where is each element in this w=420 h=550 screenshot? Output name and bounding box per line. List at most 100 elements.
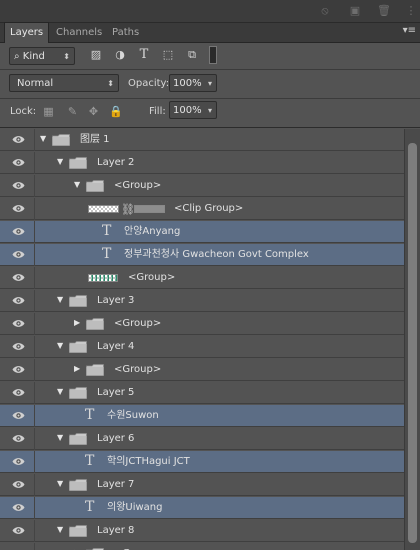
visibility-eye-icon[interactable] — [12, 502, 25, 513]
visibility-eye-icon[interactable] — [12, 318, 25, 329]
layer-row[interactable]: ▼ 图层 1 — [0, 129, 404, 151]
layer-row[interactable]: ▼ Layer 3 — [0, 290, 404, 312]
lock-all-icon[interactable]: 🔒 — [109, 105, 123, 118]
layer-name[interactable]: Layer 2 — [97, 152, 134, 174]
visibility-eye-icon[interactable] — [12, 272, 25, 283]
visibility-eye-icon[interactable] — [12, 157, 25, 168]
expand-arrow-icon[interactable]: ▶ — [74, 318, 82, 328]
collapse-arrow-icon[interactable]: ▼ — [57, 341, 65, 351]
lock-image-pixels-icon[interactable]: ✎ — [66, 105, 79, 118]
visibility-eye-icon[interactable] — [12, 525, 25, 536]
layer-name[interactable]: 학의JCTHagui JCT — [107, 451, 190, 473]
layer-row[interactable]: T 의왕Uiwang — [0, 497, 404, 519]
visibility-eye-icon[interactable] — [12, 364, 25, 375]
layer-row[interactable]: ▼ Layer 7 — [0, 474, 404, 496]
layer-name[interactable]: <Group> — [114, 359, 161, 381]
trash-icon[interactable]: 🗑 — [377, 5, 391, 17]
layer-row[interactable]: ▶ <Group> — [0, 313, 404, 335]
layer-name[interactable]: 안양Anyang — [124, 221, 180, 243]
divider — [34, 428, 35, 450]
layer-row[interactable]: T 학의JCTHagui JCT — [0, 451, 404, 473]
collapse-arrow-icon[interactable]: ▼ — [40, 134, 48, 144]
new-document-icon[interactable]: ▣ — [348, 5, 362, 17]
collapse-arrow-icon[interactable]: ▼ — [74, 180, 82, 190]
layer-name[interactable]: Layer 7 — [97, 474, 134, 496]
adjustment-filter-icon[interactable]: ◑ — [113, 48, 127, 62]
visibility-eye-icon[interactable] — [12, 479, 25, 490]
lock-position-icon[interactable]: ✥ — [87, 105, 100, 118]
type-layer-icon: T — [85, 499, 95, 515]
layers-scrollbar[interactable] — [404, 129, 420, 550]
fill-field[interactable]: 100% ▾ — [169, 101, 217, 119]
layer-row[interactable]: T 안양Anyang — [0, 221, 404, 243]
layer-name[interactable]: Layer 4 — [97, 336, 134, 358]
layer-name[interactable]: Layer 8 — [97, 520, 134, 542]
layer-row[interactable]: ▶ <Group> — [0, 359, 404, 381]
smart-object-filter-icon[interactable]: ⧉ — [185, 48, 199, 62]
chevron-down-icon[interactable]: ▾ — [208, 102, 212, 120]
layer-name[interactable]: 의왕Uiwang — [107, 497, 163, 519]
chevron-down-icon[interactable]: ▾ — [208, 75, 212, 93]
layer-row[interactable]: <Group> — [0, 267, 404, 289]
collapse-arrow-icon[interactable]: ▼ — [57, 433, 65, 443]
visibility-eye-icon[interactable] — [12, 341, 25, 352]
layer-name[interactable]: <Group> — [114, 313, 161, 335]
type-layer-icon: T — [102, 246, 112, 262]
layer-name[interactable]: <Group> — [114, 175, 161, 197]
collapse-arrow-icon[interactable]: ▼ — [57, 295, 65, 305]
lock-transparent-pixels-icon[interactable]: ▦ — [42, 105, 55, 118]
no-entry-icon[interactable]: ⦸ — [318, 5, 332, 17]
layer-thumbnail[interactable] — [88, 205, 119, 213]
layer-row[interactable]: ▼ Layer 4 — [0, 336, 404, 358]
visibility-eye-icon[interactable] — [12, 387, 25, 398]
filter-toggle-switch[interactable] — [209, 46, 217, 64]
visibility-eye-icon[interactable] — [12, 203, 25, 214]
blend-mode-dropdown[interactable]: Normal ⬍ — [9, 74, 119, 92]
visibility-eye-icon[interactable] — [12, 295, 25, 306]
visibility-eye-icon[interactable] — [12, 410, 25, 421]
visibility-eye-icon[interactable] — [12, 249, 25, 260]
layer-name[interactable]: 정부과천청사 Gwacheon Govt Complex — [124, 244, 309, 266]
layer-name[interactable]: Layer 3 — [97, 290, 134, 312]
type-filter-icon[interactable]: T — [137, 48, 151, 62]
layer-row[interactable]: ▼ Layer 8 — [0, 520, 404, 542]
collapse-arrow-icon[interactable]: ▼ — [57, 157, 65, 167]
visibility-eye-icon[interactable] — [12, 226, 25, 237]
layer-name[interactable]: <Group> — [114, 543, 161, 550]
layer-row[interactable]: T 정부과천청사 Gwacheon Govt Complex — [0, 244, 404, 266]
collapse-arrow-icon[interactable]: ▼ — [57, 525, 65, 535]
layer-row[interactable]: ⛓ <Clip Group> — [0, 198, 404, 220]
layer-row[interactable]: ▶<Group> — [0, 543, 404, 550]
visibility-eye-icon[interactable] — [12, 433, 25, 444]
layer-row[interactable]: T 수원Suwon — [0, 405, 404, 427]
layer-name[interactable]: Layer 6 — [97, 428, 134, 450]
layer-name[interactable]: <Group> — [128, 267, 175, 289]
layer-row[interactable]: ▼ Layer 6 — [0, 428, 404, 450]
tab-layers[interactable]: Layers — [4, 22, 50, 43]
collapse-arrow-icon[interactable]: ▼ — [57, 479, 65, 489]
collapse-arrow-icon[interactable]: ▼ — [57, 387, 65, 397]
layer-row[interactable]: ▼ <Group> — [0, 175, 404, 197]
layer-name[interactable]: <Clip Group> — [174, 198, 243, 220]
tab-channels[interactable]: Channels — [51, 23, 107, 42]
layer-name[interactable]: 수원Suwon — [107, 405, 159, 427]
layer-name[interactable]: Layer 5 — [97, 382, 134, 404]
opacity-field[interactable]: 100% ▾ — [169, 74, 217, 92]
panel-top-bar: ⦸ ▣ 🗑 ⋮ — [0, 0, 420, 23]
layer-name[interactable]: 图层 1 — [80, 129, 110, 151]
filter-kind-dropdown[interactable]: ⌕ Kind ⬍ — [9, 47, 75, 65]
visibility-eye-icon[interactable] — [12, 456, 25, 467]
mask-link-icon[interactable]: ⛓ — [121, 203, 135, 216]
visibility-eye-icon[interactable] — [12, 134, 25, 145]
mask-thumbnail[interactable] — [134, 205, 165, 213]
tab-paths[interactable]: Paths — [107, 23, 144, 42]
layer-row[interactable]: ▼ Layer 2 — [0, 152, 404, 174]
pixel-layer-filter-icon[interactable]: ▨ — [89, 48, 103, 62]
layer-thumbnail[interactable] — [88, 274, 118, 282]
expand-arrow-icon[interactable]: ▶ — [74, 364, 82, 374]
panel-menu-icon[interactable]: ▾≡ — [403, 25, 416, 36]
layer-row[interactable]: ▼ Layer 5 — [0, 382, 404, 404]
scrollbar-thumb[interactable] — [408, 143, 417, 543]
shape-filter-icon[interactable]: ⬚ — [161, 48, 175, 62]
visibility-eye-icon[interactable] — [12, 180, 25, 191]
